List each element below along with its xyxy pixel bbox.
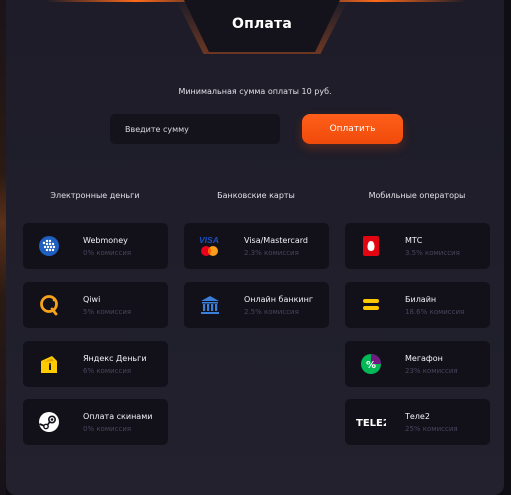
payment-method-megafon[interactable]: % Мегафон 23% комиссия — [345, 341, 490, 387]
column-header-bank-cards: Банковские карты — [217, 191, 295, 200]
method-name: МТС — [405, 236, 423, 245]
payment-modal: Оплата Минимальная сумма оплаты 10 руб. … — [6, 0, 504, 495]
svg-text:TELE2: TELE2 — [356, 418, 386, 429]
method-fee: 25% комиссия — [405, 425, 458, 433]
megafon-icon: % — [359, 352, 383, 376]
minimum-amount-text: Минимальная сумма оплаты 10 руб. — [178, 87, 332, 96]
column-header-e-money: Электронные деньги — [50, 191, 140, 200]
yandex-money-icon — [37, 352, 61, 376]
page-title: Оплата — [231, 16, 293, 32]
svg-text:%: % — [366, 360, 376, 371]
payment-method-skins[interactable]: Оплата скинами 0% комиссия — [23, 399, 168, 445]
method-name: Онлайн банкинг — [244, 295, 314, 304]
payment-method-qiwi[interactable]: Qiwi 5% комиссия — [23, 282, 168, 328]
payment-method-visa-mastercard[interactable]: VISA Visa/Mastercard 2.3% комиссия — [184, 223, 329, 269]
tele2-icon: TELE2 — [356, 410, 386, 434]
mts-icon — [359, 234, 383, 258]
amount-input[interactable] — [110, 114, 280, 144]
qiwi-icon — [37, 293, 61, 317]
method-fee: 23% комиссия — [405, 367, 458, 375]
method-fee: 3.5% комиссия — [405, 249, 460, 257]
method-fee: 5% комиссия — [83, 308, 132, 316]
method-name: Яндекс Деньги — [83, 354, 147, 363]
payment-method-yandex-money[interactable]: Яндекс Деньги 6% комиссия — [23, 341, 168, 387]
method-fee: 0% комиссия — [83, 249, 132, 257]
method-fee: 18.6% комиссия — [405, 308, 465, 316]
bank-icon — [198, 293, 222, 317]
payment-method-mts[interactable]: МТС 3.5% комиссия — [345, 223, 490, 269]
visa-mastercard-icon: VISA — [198, 234, 222, 258]
method-name: Мегафон — [405, 354, 443, 363]
method-fee: 2.3% комиссия — [244, 249, 299, 257]
pay-button[interactable]: Оплатить — [302, 114, 403, 144]
payment-method-online-banking[interactable]: Онлайн банкинг 2.5% комиссия — [184, 282, 329, 328]
method-fee: 2.5% комиссия — [244, 308, 299, 316]
method-name: Теле2 — [405, 412, 430, 421]
method-name: Webmoney — [83, 236, 128, 245]
method-fee: 6% комиссия — [83, 367, 132, 375]
background-right — [503, 0, 511, 495]
method-name: Оплата скинами — [83, 412, 153, 421]
column-header-mobile: Мобильные операторы — [368, 191, 466, 200]
beeline-icon — [359, 293, 383, 317]
payment-method-tele2[interactable]: TELE2 Теле2 25% комиссия — [345, 399, 490, 445]
svg-text:VISA: VISA — [199, 235, 219, 245]
method-fee: 0% комиссия — [83, 425, 132, 433]
steam-icon — [37, 410, 61, 434]
method-name: Visa/Mastercard — [244, 236, 308, 245]
webmoney-icon — [37, 234, 61, 258]
payment-method-webmoney[interactable]: Webmoney 0% комиссия — [23, 223, 168, 269]
method-name: Билайн — [405, 295, 437, 304]
payment-method-beeline[interactable]: Билайн 18.6% комиссия — [345, 282, 490, 328]
method-name: Qiwi — [83, 295, 101, 304]
